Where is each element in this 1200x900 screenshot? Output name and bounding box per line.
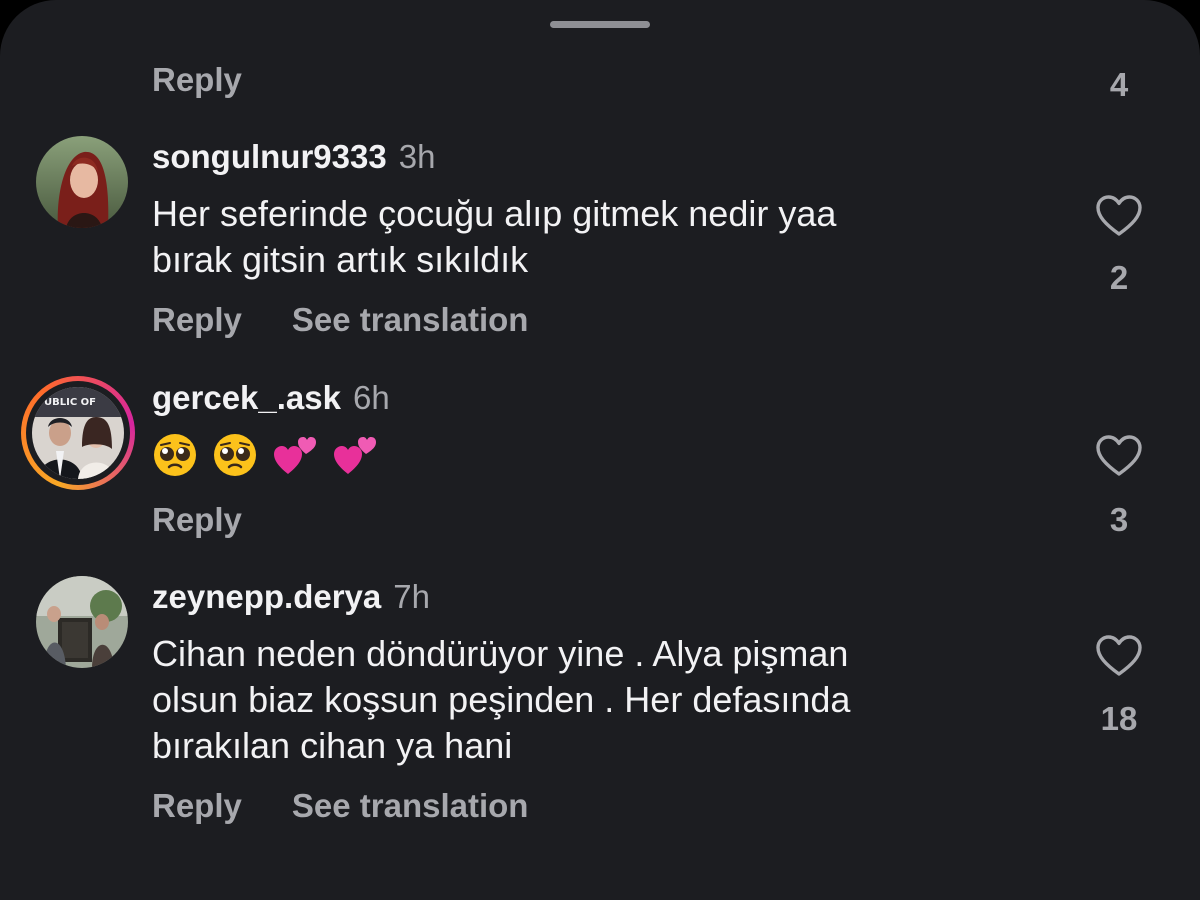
heart-icon[interactable] xyxy=(1095,434,1143,478)
reply-button[interactable]: Reply xyxy=(152,300,242,340)
comment-text-line: Her seferinde çocuğu alıp gitmek nedir y… xyxy=(152,193,837,234)
previous-comment-actions: Reply xyxy=(152,60,242,100)
reply-button[interactable]: Reply xyxy=(152,500,242,540)
avatar-banner-text: UBLIC OF xyxy=(44,397,96,408)
comment-timestamp: 6h xyxy=(353,379,390,416)
comments-sheet: Reply 4 songulnur9333 3h Her seferinde ç… xyxy=(0,0,1200,900)
avatar[interactable] xyxy=(36,576,128,668)
sheet-grabber-handle[interactable] xyxy=(550,21,650,28)
avatar-photo: UBLIC OF xyxy=(32,387,124,479)
avatar[interactable] xyxy=(36,136,128,228)
two-hearts-emoji xyxy=(334,437,376,474)
see-translation-button[interactable]: See translation xyxy=(292,786,529,826)
comment-text-line: olsun biaz koşsun peşinden . Her defasın… xyxy=(152,679,851,720)
two-hearts-emoji xyxy=(274,437,316,474)
comment-timestamp: 3h xyxy=(398,138,436,175)
avatar-photo xyxy=(36,576,128,668)
comment-text-line: bırak gitsin artık sıkıldık xyxy=(152,239,529,280)
comment-actions: Reply See translation xyxy=(152,786,528,826)
comment-username[interactable]: zeynepp.derya xyxy=(152,578,381,615)
comment-text-line: bırakılan cihan ya hani xyxy=(152,725,513,766)
pleading-face-emoji xyxy=(214,434,256,476)
comment-text-line: Cihan neden döndürüyor yine . Alya pişma… xyxy=(152,633,849,674)
comment-emoji-text xyxy=(152,432,378,478)
like-count: 2 xyxy=(1109,259,1129,296)
comment-text: Cihan neden döndürüyor yine . Alya pişma… xyxy=(152,631,1052,769)
see-translation-button[interactable]: See translation xyxy=(292,300,529,340)
like-count: 3 xyxy=(1109,501,1129,538)
comment-header: songulnur9333 3h xyxy=(152,137,435,177)
comment-text: Her seferinde çocuğu alıp gitmek nedir y… xyxy=(152,191,1052,283)
comment-header: zeynepp.derya 7h xyxy=(152,577,430,617)
avatar: UBLIC OF xyxy=(32,387,124,479)
comment-timestamp: 7h xyxy=(393,578,430,615)
like-count: 4 xyxy=(1109,66,1129,103)
comment-username[interactable]: gercek_.ask xyxy=(152,379,341,416)
comment-actions: Reply xyxy=(152,500,242,540)
comment-header: gercek_.ask 6h xyxy=(152,378,390,418)
heart-icon[interactable] xyxy=(1095,194,1143,238)
reply-button[interactable]: Reply xyxy=(152,60,242,100)
reply-button[interactable]: Reply xyxy=(152,786,242,826)
story-ring[interactable]: UBLIC OF xyxy=(21,376,135,490)
comment-username[interactable]: songulnur9333 xyxy=(152,138,387,175)
avatar-photo xyxy=(36,136,128,228)
like-count: 18 xyxy=(1100,700,1138,737)
comment-actions: Reply See translation xyxy=(152,300,528,340)
pleading-face-emoji xyxy=(154,434,196,476)
heart-icon[interactable] xyxy=(1095,634,1143,678)
